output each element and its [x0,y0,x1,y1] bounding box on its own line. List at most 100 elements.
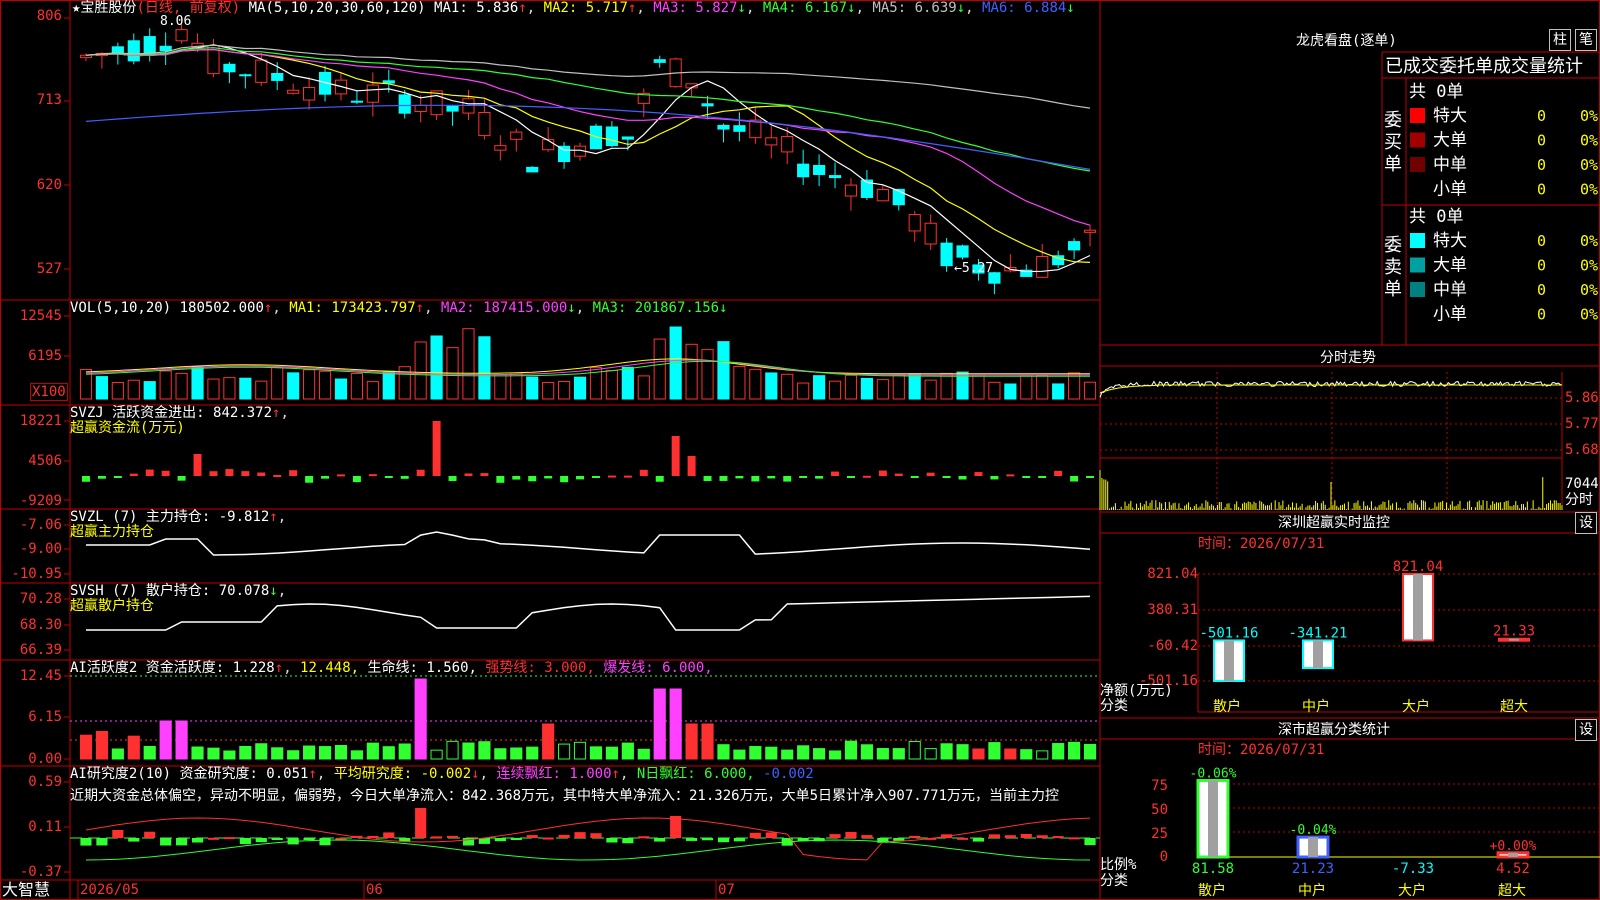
svzl-label: 主力持仓: -9.812 [145,509,270,525]
monitor-value-3: 21.33 [1493,624,1535,640]
ai2-bar [765,832,777,838]
sell-row-name-3: 小单 [1433,305,1467,325]
intraday-price-2: 5.68 [1565,442,1599,458]
svzj-bar [671,436,680,476]
ai1-bar [414,678,427,760]
stats-change-0: -0.06% [1190,767,1237,782]
stats-ytick-0: 75 [1151,778,1168,794]
candle-body [287,89,300,94]
svzj-bar [607,475,616,478]
ai2-nred: N日飘红: 6.000, [636,766,755,782]
svzj-bar [544,476,553,479]
vol-bar [207,378,220,400]
stats-bar-shade-0 [1208,780,1218,857]
svzj-bar [831,471,840,476]
vol-bar [733,365,746,400]
brand-label: 大智慧 [2,880,51,899]
ai1-bar [127,735,140,760]
ai1-bar [589,746,603,760]
candle-body [271,72,284,81]
svzj-bar [241,471,250,476]
vol-bar [143,381,156,400]
ai2-summary: 近期大资金总体偏空，异动不明显，偏弱势，今日大单净流入：842.368万元，其中… [70,788,1059,804]
candle-body [717,124,730,130]
svzj-bar [336,474,345,477]
vol-header: VOL(5,10,20) 180502.000↑, MA1: 173423.79… [70,300,728,316]
vol-bar [430,335,443,400]
candle-body [159,45,172,52]
ma1-label: MA1: 5.836 [434,0,519,16]
ai2-bar [255,838,267,843]
svzj-bar [560,476,569,483]
svzj-title: SVZJ [70,405,104,421]
vol-bar [478,336,491,400]
svzj-bar [321,476,330,479]
vol-bar [366,381,379,400]
bar-view-button[interactable]: 柱 [1549,29,1571,51]
ytick-svsh-2: 66.39 [19,642,62,658]
ai1-strong: 强势线: 3.000, [485,660,595,676]
svzj-bar [464,473,473,476]
ai2-bar [207,837,220,840]
ai1-val2: 12.448, [300,660,360,676]
ai2-bar [749,832,761,838]
sell-row-pct-1: 0% [1580,257,1598,275]
ytick-ai1-1: 6.15 [28,709,62,725]
ai2-bar [845,831,857,838]
ai1-bar [255,743,268,760]
ai1-bar [701,723,714,760]
candle-body [1068,241,1081,251]
intraday-vol: 7044 [1565,476,1599,492]
ai2-bar [415,808,427,838]
chart-canvas[interactable]: 特大 0 0% 大单 0 0% 中单 0 0% 小单 0 0% 特大 0 0% 大单 0 0% 中单 0 0% 小单 0 0%… [0,0,1600,900]
ai1-bar [239,745,252,760]
vol-bar [175,372,188,400]
ai1-bar [813,748,826,760]
ma3-line [85,48,1091,226]
vol-bar [159,370,172,400]
vol-bar [191,366,204,400]
candle-body [1083,229,1097,233]
ma6-line [85,104,1091,170]
svsh-label: 散户持仓: 70.078 [145,583,270,599]
ai1-bar [956,744,969,760]
ai1-bar [350,750,363,760]
svzj-bar [528,476,537,482]
ai1-bar [828,750,842,760]
monitor-settings-button[interactable]: 设 [1575,512,1597,534]
ai1-life: 生命线: 1.560, [367,660,477,676]
svsh-header: SVSH (7) 散户持仓: 70.078↓, [70,583,287,599]
monitor-ylabel1: 净额(万元) [1100,683,1173,699]
ai1-bar [191,746,204,760]
monitor-bar-shade-2 [1413,574,1423,641]
vol-bar [239,377,252,400]
vol-unit: X100 [30,383,68,401]
ma2-line [85,48,1091,263]
svzj-bar [926,472,935,476]
ai2-bar [893,838,905,841]
candle-body [366,84,379,103]
ai1-burst: 爆发线: 6.000, [603,660,713,676]
monitor-bar-shade-1 [1313,640,1323,669]
sell-row-count-3: 0 [1537,306,1546,324]
ai1-bar [797,745,810,760]
stats-ytick-1: 50 [1151,802,1168,818]
monitor-value-2: 821.04 [1393,559,1444,575]
buy-row-pct-0: 0% [1580,107,1598,125]
candle-body [765,137,778,146]
ytick-svzl-0: -7.06 [19,517,62,533]
stats-settings-button[interactable]: 设 [1575,719,1597,741]
candle-body [892,188,905,206]
ai1-bar [526,746,539,760]
ytick-svzj-2: -9209 [19,493,62,509]
ai1-bar [573,741,587,760]
tick-view-button[interactable]: 笔 [1575,29,1597,51]
vol-ma1: MA1: 173423.797 [289,300,416,316]
dragon-title: 龙虎看盘(逐单) [1296,33,1397,49]
svzl-header: SVZL (7) 主力持仓: -9.812↑, [70,509,287,525]
buy-row-name-3: 小单 [1433,180,1467,200]
ai1-bar [79,734,93,760]
ai1-bar [1036,750,1049,760]
ai1-bar [318,746,332,760]
sell-row-name-0: 特大 [1433,231,1467,251]
